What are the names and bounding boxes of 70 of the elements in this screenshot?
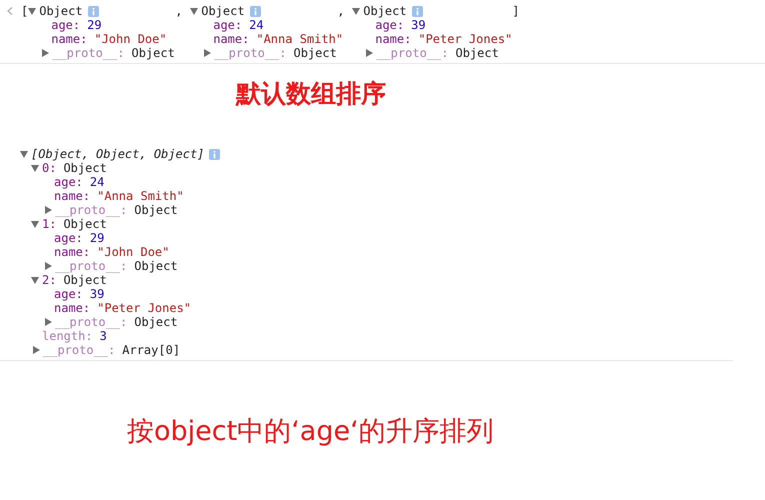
property-value: Object — [134, 315, 178, 329]
property-key: name: — [54, 189, 90, 203]
array-index: 1: — [42, 217, 56, 231]
separator: , — [336, 4, 346, 18]
property-value: 24 — [249, 18, 264, 32]
array-index: 2: — [42, 273, 56, 287]
object-label: Object — [201, 4, 245, 18]
property-value: 29 — [87, 18, 102, 32]
property-key: age: — [54, 287, 83, 301]
separator: , — [174, 4, 184, 18]
expanded-triangle-icon[interactable] — [190, 7, 198, 15]
property-value: Object — [293, 46, 337, 60]
collapsed-triangle-icon[interactable] — [44, 262, 52, 270]
property-value: 39 — [90, 287, 104, 301]
expanded-triangle-icon[interactable] — [31, 276, 39, 284]
property-key: age: — [213, 18, 242, 32]
property-value: "Peter Jones" — [418, 32, 512, 46]
property-value: Object — [134, 203, 178, 217]
property-value: Object — [131, 46, 175, 60]
property-value: "Anna Smith" — [256, 32, 344, 46]
property-key: name: — [54, 301, 90, 315]
property-key: __proto__: — [55, 259, 128, 273]
property-value: 29 — [90, 231, 104, 245]
property-key: length: — [42, 329, 93, 343]
collapsed-triangle-icon[interactable] — [44, 206, 52, 214]
property-value: Object — [455, 46, 499, 60]
array-summary: [Object, Object, Object] — [31, 147, 204, 161]
property-key: __proto__: — [55, 315, 128, 329]
collapsed-triangle-icon[interactable] — [365, 49, 374, 57]
property-value: "John Doe" — [94, 32, 167, 46]
property-key: name: — [54, 245, 90, 259]
property-key: age: — [375, 18, 404, 32]
object-label: Object — [363, 4, 407, 18]
collapsed-triangle-icon[interactable] — [41, 49, 50, 57]
bracket: [ — [21, 4, 28, 18]
property-value: 39 — [411, 18, 426, 32]
property-key: name: — [375, 32, 412, 46]
property-key: age: — [51, 18, 80, 32]
collapsed-triangle-icon[interactable] — [32, 346, 40, 354]
property-value: Array[0] — [122, 343, 180, 357]
property-value: "John Doe" — [97, 245, 170, 259]
property-key: __proto__: — [376, 46, 448, 60]
expanded-triangle-icon[interactable] — [28, 7, 36, 15]
property-value: Object — [134, 259, 178, 273]
property-key: __proto__: — [214, 46, 286, 60]
collapsed-triangle-icon[interactable] — [203, 49, 212, 57]
property-key: name: — [213, 32, 250, 46]
expanded-triangle-icon[interactable] — [31, 220, 39, 228]
object-label: Object — [39, 4, 83, 18]
object-label: Object — [63, 217, 107, 231]
property-key: __proto__: — [55, 203, 128, 217]
property-key: age: — [54, 175, 83, 189]
property-value: 24 — [90, 175, 104, 189]
expanded-triangle-icon[interactable] — [31, 164, 39, 172]
object-label: Object — [63, 161, 107, 175]
property-key: __proto__: — [43, 343, 116, 357]
property-value: "Peter Jones" — [97, 301, 192, 315]
expanded-triangle-icon[interactable] — [352, 7, 360, 15]
caption: 默认数组排序 — [236, 79, 386, 108]
property-key: name: — [51, 32, 88, 46]
object-label: Object — [63, 273, 107, 287]
property-key: age: — [54, 231, 83, 245]
collapsed-triangle-icon[interactable] — [44, 318, 52, 326]
array-index: 0: — [42, 161, 56, 175]
property-key: __proto__: — [52, 46, 124, 60]
caption: 按object中的‘age‘的升序排列 — [127, 416, 494, 447]
expanded-triangle-icon[interactable] — [20, 150, 28, 158]
property-value: "Anna Smith" — [97, 189, 184, 203]
property-value: 3 — [100, 329, 107, 343]
bracket: ] — [512, 4, 520, 18]
